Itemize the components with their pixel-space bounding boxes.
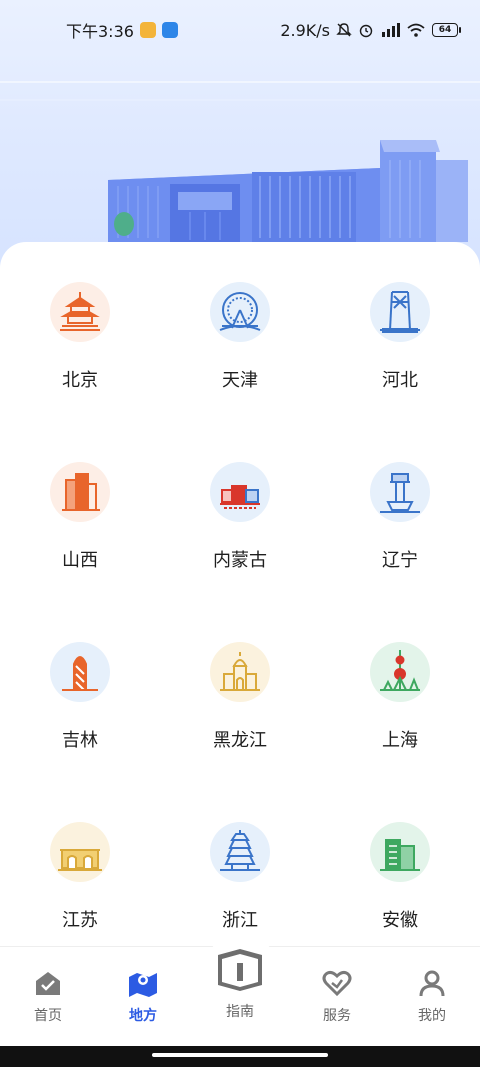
green-building-icon (370, 822, 430, 882)
alarm-icon (359, 24, 373, 38)
pearl-tower-icon (370, 642, 430, 702)
region-shanxi[interactable]: 山西 (0, 462, 160, 642)
tower-icon (370, 282, 430, 342)
status-time: 下午3:36 (66, 22, 134, 41)
signal-icon (382, 23, 400, 37)
region-hebei[interactable]: 河北 (320, 282, 480, 462)
pagoda-icon (210, 822, 270, 882)
control-tower-icon (370, 462, 430, 522)
region-label: 江苏 (62, 910, 98, 931)
profile-icon (416, 967, 448, 999)
region-label: 黑龙江 (213, 730, 267, 751)
guide-book-icon (214, 947, 266, 991)
region-beijing[interactable]: 北京 (0, 282, 160, 462)
regions-card: 北京 天津 河北 山西 内蒙古 辽宁 吉林 黑龙江 上海 江苏 浙江 安徽 (0, 242, 480, 962)
region-label: 山西 (62, 550, 98, 571)
tab-services[interactable]: 服务 (302, 967, 372, 1025)
home-icon (32, 967, 64, 999)
gate-icon (50, 822, 110, 882)
temple-of-heaven-icon (50, 282, 110, 342)
skyscraper-icon (50, 642, 110, 702)
tab-label: 我的 (418, 1008, 446, 1024)
region-label: 内蒙古 (213, 550, 267, 571)
message-app-icon (139, 22, 156, 38)
region-liaoning[interactable]: 辽宁 (320, 462, 480, 642)
buildings-icon (50, 462, 110, 522)
region-grid: 北京 天津 河北 山西 内蒙古 辽宁 吉林 黑龙江 上海 江苏 浙江 安徽 (0, 282, 480, 962)
region-label: 辽宁 (382, 550, 418, 571)
map-icon (127, 967, 159, 999)
tab-profile[interactable]: 我的 (397, 967, 467, 1025)
tab-label: 指南 (226, 1004, 254, 1020)
region-label: 安徽 (382, 910, 418, 931)
home-indicator[interactable] (152, 1053, 328, 1057)
tab-home[interactable]: 首页 (13, 967, 83, 1025)
region-anhui[interactable]: 安徽 (320, 822, 480, 962)
region-shanghai[interactable]: 上海 (320, 642, 480, 822)
cathedral-icon (210, 642, 270, 702)
tianjin-eye-icon (210, 282, 270, 342)
region-label: 上海 (382, 730, 418, 751)
tab-label: 服务 (323, 1008, 351, 1024)
battery-icon: 64 (432, 23, 461, 37)
region-label: 天津 (222, 370, 258, 391)
net-speed: 2.9K/s (280, 20, 330, 40)
region-jilin[interactable]: 吉林 (0, 642, 160, 822)
region-heilongjiang[interactable]: 黑龙江 (160, 642, 320, 822)
mute-icon (336, 23, 352, 37)
region-tianjin[interactable]: 天津 (160, 282, 320, 462)
region-jiangsu[interactable]: 江苏 (0, 822, 160, 962)
region-inner-mongolia[interactable]: 内蒙古 (160, 462, 320, 642)
bottom-tab-bar: 首页 地方 指南 服务 我的 (0, 933, 480, 1046)
region-label: 浙江 (222, 910, 258, 931)
tab-regions[interactable]: 地方 (108, 967, 178, 1025)
tab-label: 首页 (34, 1008, 62, 1024)
wifi-icon (407, 23, 425, 37)
region-label: 河北 (382, 370, 418, 391)
tab-label: 地方 (129, 1008, 157, 1024)
city-scene-icon (210, 462, 270, 522)
bot-app-icon (161, 22, 178, 38)
tab-guide[interactable]: 指南 (205, 947, 275, 1021)
service-heart-icon (321, 967, 353, 999)
region-label: 北京 (62, 370, 98, 391)
status-bar: 下午3:36 2.9K/s 64 (0, 0, 480, 60)
region-label: 吉林 (62, 730, 98, 751)
